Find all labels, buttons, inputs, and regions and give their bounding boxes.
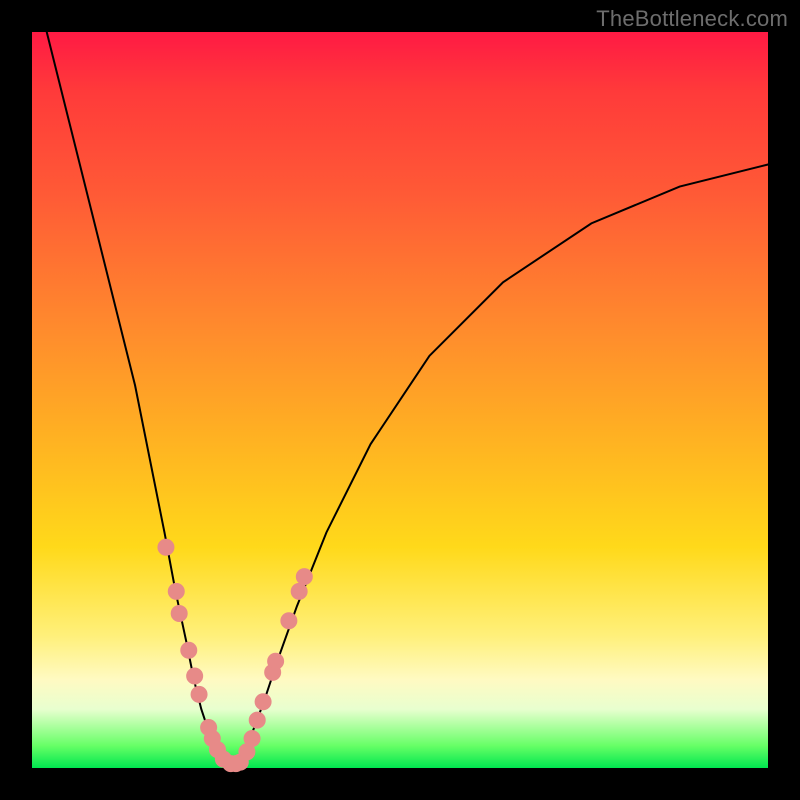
- bead-dot: [291, 583, 307, 599]
- chart-frame: TheBottleneck.com: [0, 0, 800, 800]
- bead-dot: [191, 686, 207, 702]
- bead-dot: [255, 694, 271, 710]
- bead-dot: [296, 569, 312, 585]
- bead-dot: [281, 613, 297, 629]
- left-curve: [47, 32, 231, 764]
- bead-dot: [268, 653, 284, 669]
- bead-dot: [249, 712, 265, 728]
- bead-dot: [244, 731, 260, 747]
- bead-dot: [168, 583, 184, 599]
- curve-svg: [32, 32, 768, 768]
- watermark-text: TheBottleneck.com: [596, 6, 788, 32]
- plot-area: [32, 32, 768, 768]
- bead-dot: [187, 668, 203, 684]
- bead-group: [158, 539, 312, 771]
- right-curve: [231, 164, 768, 764]
- bead-dot: [158, 539, 174, 555]
- bead-dot: [171, 605, 187, 621]
- bead-dot: [181, 642, 197, 658]
